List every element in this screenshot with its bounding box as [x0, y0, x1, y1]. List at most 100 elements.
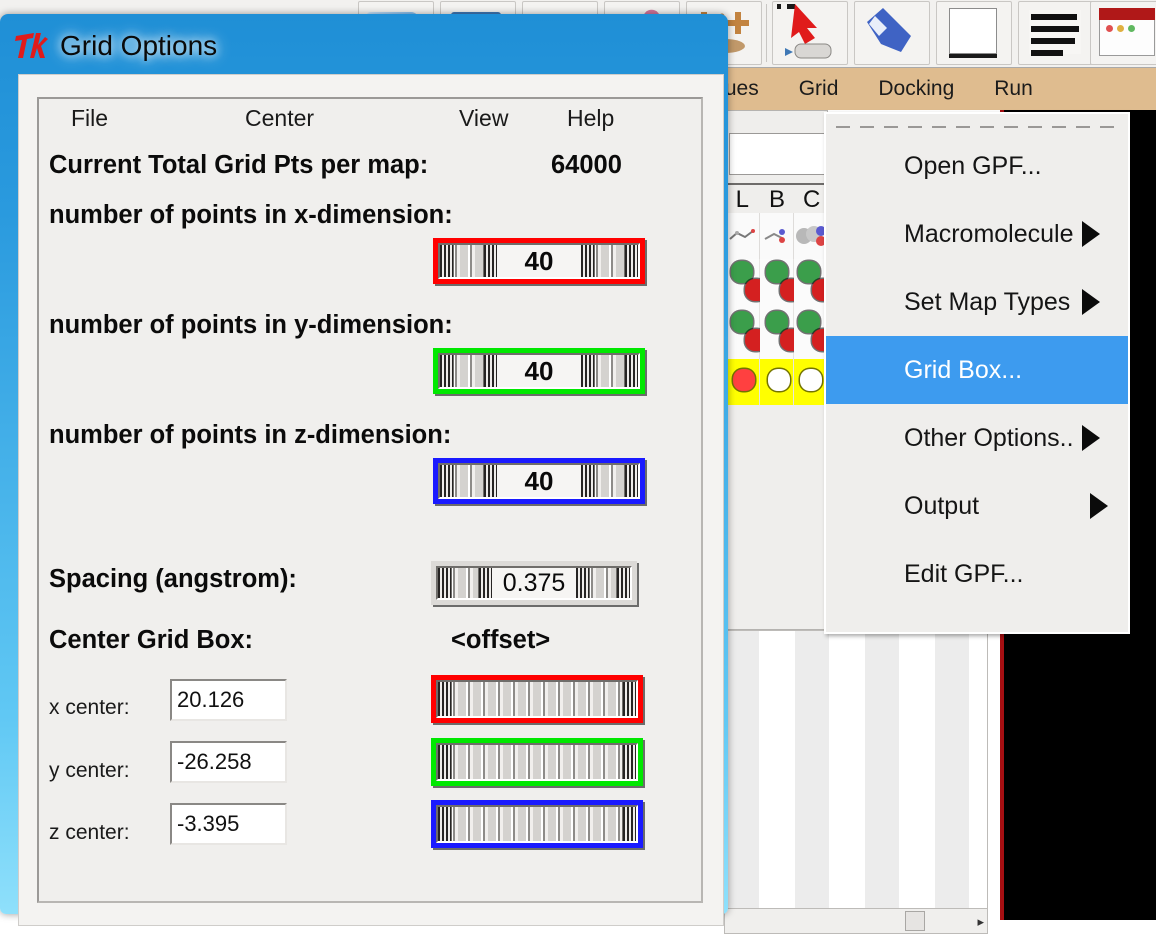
- column-header-L: L: [735, 186, 750, 213]
- white-document-icon: [949, 8, 997, 54]
- grid-options-window: Grid Options File Center View Help Curre…: [0, 14, 728, 926]
- x-dimension-value: 40: [497, 245, 581, 277]
- menubar-item-grid[interactable]: Grid: [799, 77, 839, 101]
- molecule-state-grid: [725, 259, 835, 405]
- y-dimension-value: 40: [497, 355, 581, 387]
- slider-ribs-right[interactable]: [581, 465, 638, 497]
- submenu-arrow-icon: [1082, 221, 1100, 247]
- red-window-icon: [1099, 8, 1155, 56]
- red-arrow-icon: [777, 4, 832, 59]
- state-cell[interactable]: [759, 359, 795, 405]
- z-center-label: z center:: [49, 821, 130, 844]
- horizontal-scrollbar[interactable]: ▸: [724, 908, 988, 934]
- slider-trough[interactable]: [436, 680, 638, 718]
- dialog-menu-file[interactable]: File: [71, 105, 108, 132]
- submenu-arrow-icon: [1082, 289, 1100, 315]
- molecule-thumbnails: [725, 213, 830, 259]
- menu-item-other-options[interactable]: Other Options..: [826, 404, 1128, 472]
- slider-trough[interactable]: 40: [438, 353, 640, 389]
- menu-item-label: Edit GPF...: [904, 560, 1024, 588]
- y-center-label: y center:: [49, 759, 130, 782]
- slider-ribs-full[interactable]: [438, 807, 636, 841]
- molecule-list-panel: L B C: [724, 110, 835, 630]
- menu-item-open-gpf[interactable]: Open GPF...: [826, 132, 1128, 200]
- x-center-slider[interactable]: [431, 675, 643, 723]
- state-cell[interactable]: [759, 309, 802, 359]
- z-center-slider[interactable]: [431, 800, 643, 848]
- state-cell[interactable]: [725, 309, 767, 359]
- slider-trough[interactable]: 0.375: [436, 566, 632, 600]
- slider-ribs-full[interactable]: [438, 745, 636, 779]
- window-body: File Center View Help Current Total Grid…: [18, 74, 724, 926]
- slider-trough[interactable]: [436, 743, 638, 781]
- menu-item-label: Open GPF...: [904, 152, 1042, 180]
- molecule-name-input[interactable]: [729, 133, 825, 175]
- menu-tearoff-dashes[interactable]: [836, 122, 1118, 132]
- state-cell[interactable]: [725, 259, 767, 309]
- menu-item-edit-gpf[interactable]: Edit GPF...: [826, 540, 1128, 608]
- menubar-item-docking[interactable]: Docking: [878, 77, 954, 101]
- x-dimension-slider[interactable]: 40: [433, 238, 645, 284]
- menu-item-label: Other Options..: [904, 424, 1074, 452]
- dialog-content-frame: File Center View Help Current Total Grid…: [37, 97, 703, 903]
- toolbar-separator: [766, 4, 767, 62]
- slider-ribs-right[interactable]: [581, 355, 638, 387]
- tk-logo-icon: [15, 33, 48, 58]
- menubar-item-run[interactable]: Run: [994, 77, 1033, 101]
- slider-ribs-right[interactable]: [581, 245, 638, 277]
- spacing-label: Spacing (angstrom):: [49, 565, 297, 593]
- menu-item-output[interactable]: Output: [826, 472, 1128, 540]
- toolbar-button-blue-glove[interactable]: [854, 1, 930, 65]
- menu-item-macromolecule[interactable]: Macromolecule: [826, 200, 1128, 268]
- slider-ribs-left[interactable]: [440, 465, 497, 497]
- slider-ribs-full[interactable]: [438, 682, 636, 716]
- toolbar-button-red-arrow[interactable]: [772, 1, 848, 65]
- scroll-right-icon[interactable]: ▸: [977, 914, 984, 930]
- toolbar-button-document[interactable]: [936, 1, 1012, 65]
- z-dimension-slider[interactable]: 40: [433, 458, 645, 504]
- menu-item-label: Set Map Types: [904, 288, 1071, 316]
- stick-model-icon: [729, 229, 755, 240]
- dialog-menu-center[interactable]: Center: [245, 105, 314, 132]
- z-center-input[interactable]: -3.395: [170, 803, 287, 845]
- list-lines-icon: [1029, 10, 1081, 56]
- slider-ribs-left[interactable]: [440, 245, 497, 277]
- dialog-menu-help[interactable]: Help: [567, 105, 614, 132]
- y-dimension-label: number of points in y-dimension:: [49, 311, 453, 339]
- toolbar-button-red-window[interactable]: [1090, 1, 1156, 65]
- state-row: [725, 259, 835, 309]
- slider-ribs-right[interactable]: [576, 568, 630, 598]
- lbc-column-headers: L B C: [725, 183, 829, 213]
- y-center-slider[interactable]: [431, 738, 643, 786]
- slider-ribs-left[interactable]: [438, 568, 492, 598]
- y-center-input[interactable]: -26.258: [170, 741, 287, 783]
- toolbar-button-list[interactable]: [1018, 1, 1094, 65]
- menu-item-grid-box[interactable]: Grid Box...: [826, 336, 1128, 404]
- spacing-slider[interactable]: 0.375: [431, 561, 637, 605]
- x-dimension-label: number of points in x-dimension:: [49, 201, 453, 229]
- molecule-thumb-ballstick[interactable]: [759, 213, 795, 259]
- z-dimension-value: 40: [497, 465, 581, 497]
- slider-ribs-left[interactable]: [440, 355, 497, 387]
- dialog-menu-view[interactable]: View: [459, 105, 508, 132]
- window-titlebar[interactable]: Grid Options: [14, 24, 217, 68]
- state-cell[interactable]: [759, 259, 802, 309]
- state-cell[interactable]: [725, 359, 760, 405]
- x-center-input[interactable]: 20.126: [170, 679, 287, 721]
- app-menubar: sidues Grid Docking Run: [680, 68, 1156, 110]
- state-row: [725, 309, 835, 359]
- scrollbar-thumb[interactable]: [905, 911, 925, 931]
- window-dots: [1106, 25, 1135, 32]
- slider-trough[interactable]: [436, 805, 638, 843]
- molecule-thumb-lines[interactable]: [725, 213, 760, 259]
- slider-trough[interactable]: 40: [438, 243, 640, 279]
- z-dimension-label: number of points in z-dimension:: [49, 421, 452, 449]
- menu-item-set-map-types[interactable]: Set Map Types: [826, 268, 1128, 336]
- offset-label: <offset>: [451, 626, 551, 654]
- submenu-arrow-icon: [1082, 425, 1100, 451]
- slider-trough[interactable]: 40: [438, 463, 640, 499]
- menu-item-label: Macromolecule: [904, 220, 1074, 248]
- ball-stick-icon: [764, 229, 785, 243]
- striped-content-area: [724, 630, 988, 910]
- y-dimension-slider[interactable]: 40: [433, 348, 645, 394]
